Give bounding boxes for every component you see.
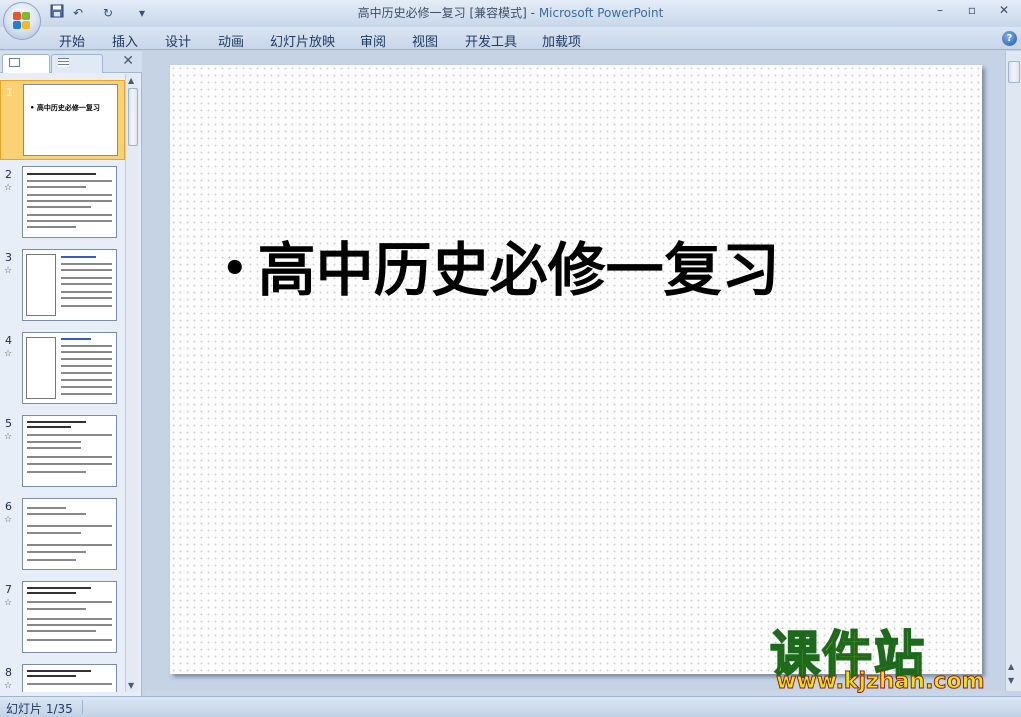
slide-number: 7 — [5, 583, 12, 596]
animation-star-icon: ☆ — [4, 515, 13, 525]
slide-indicator: 幻灯片 1/35 — [6, 702, 73, 716]
tab-slides-view[interactable] — [2, 54, 50, 73]
slide-thumbnail-7[interactable]: 7 ☆ — [0, 578, 125, 658]
title-bar: ↶ ↻ ▾ 高中历史必修一复习 [兼容模式] - Microsoft Power… — [0, 0, 1021, 40]
slide-number: 1 — [6, 86, 13, 99]
slides-pane: ✕ 1 • 高中历史必修一复习 2 ☆ 3 ☆ 4 ☆ 5 ☆ 6 ☆ 7 ☆ … — [0, 51, 142, 696]
slide-number: 5 — [5, 417, 12, 430]
tab-home[interactable]: 开始 — [59, 31, 85, 50]
animation-star-icon: ☆ — [4, 183, 13, 193]
slide-thumbnail-image — [22, 166, 117, 238]
window-controls: – ▫ ✕ — [929, 3, 1015, 19]
slide-thumbnail-8[interactable]: 8 ☆ — [0, 661, 125, 692]
slide-number: 6 — [5, 500, 12, 513]
status-bar: 幻灯片 1/35 — [0, 696, 1021, 717]
slide-thumbnail-list: 1 • 高中历史必修一复习 2 ☆ 3 ☆ 4 ☆ 5 ☆ 6 ☆ 7 ☆ 8 … — [0, 74, 125, 692]
slide-number: 8 — [5, 666, 12, 679]
tab-insert[interactable]: 插入 — [112, 31, 138, 50]
slide-number: 4 — [5, 334, 12, 347]
watermark-url: www.kjzhan.com — [776, 669, 986, 695]
slide-thumbnail-image — [22, 415, 117, 487]
close-pane-icon[interactable]: ✕ — [122, 53, 134, 69]
office-button[interactable] — [3, 2, 41, 40]
slide-thumbnail-image — [22, 581, 117, 653]
ribbon-tab-bar: 开始 插入 设计 动画 幻灯片放映 审阅 视图 开发工具 加载项 ? — [0, 27, 1021, 50]
main-scrollbar[interactable]: ▲ ▼ — [1005, 51, 1021, 691]
title-separator: - — [526, 6, 539, 20]
tab-developer[interactable]: 开发工具 — [465, 31, 517, 50]
close-window-button[interactable]: ✕ — [993, 3, 1015, 19]
animation-star-icon: ☆ — [4, 349, 13, 359]
slide-thumbnail-5[interactable]: 5 ☆ — [0, 412, 125, 492]
slide-thumbnail-6[interactable]: 6 ☆ — [0, 495, 125, 575]
document-title: 高中历史必修一复习 [兼容模式] — [357, 6, 527, 20]
animation-star-icon: ☆ — [4, 266, 13, 276]
tab-animations[interactable]: 动画 — [218, 31, 244, 50]
scroll-down-icon[interactable]: ▼ — [128, 681, 134, 690]
office-logo-icon — [13, 12, 31, 30]
slide-title-textbox[interactable]: • 高中历史必修一复习 — [222, 223, 780, 307]
main-scrollbar-thumb[interactable] — [1008, 61, 1020, 83]
thumbnail-scrollbar[interactable]: ▲ ▼ — [125, 74, 139, 692]
outline-tab-icon — [58, 58, 69, 67]
slide-thumbnail-3[interactable]: 3 ☆ — [0, 246, 125, 326]
slide-thumbnail-image — [22, 664, 117, 692]
minimize-button[interactable]: – — [929, 3, 951, 19]
next-slide-icon[interactable]: ▼ — [1008, 676, 1014, 685]
tab-view[interactable]: 视图 — [412, 31, 438, 50]
slide-title-text: 高中历史必修一复习 — [257, 236, 780, 304]
tab-outline-view[interactable] — [51, 54, 103, 73]
slide-thumbnail-image — [22, 332, 117, 404]
slides-tab-icon — [9, 58, 20, 67]
slide-thumbnail-4[interactable]: 4 ☆ — [0, 329, 125, 409]
current-slide[interactable]: • 高中历史必修一复习 — [170, 65, 982, 674]
watermark-logo: 课件站 www.kjzhan.com — [769, 615, 1005, 695]
window-title: 高中历史必修一复习 [兼容模式] - Microsoft PowerPoint — [0, 4, 1021, 21]
slide-thumbnail-image: • 高中历史必修一复习 — [23, 84, 118, 156]
help-icon[interactable]: ? — [1002, 31, 1017, 46]
bullet-point: • — [222, 245, 248, 292]
tab-add-ins[interactable]: 加载项 — [542, 31, 581, 50]
app-name: Microsoft PowerPoint — [538, 6, 664, 20]
tab-review[interactable]: 审阅 — [360, 31, 386, 50]
scrollbar-thumb[interactable] — [128, 88, 138, 146]
slide-number: 2 — [5, 168, 12, 181]
status-separator — [82, 700, 83, 714]
slide-thumbnail-image — [22, 249, 117, 321]
animation-star-icon: ☆ — [4, 681, 13, 691]
thumbnail-title: • 高中历史必修一复习 — [30, 104, 100, 112]
slide-thumbnail-image — [22, 498, 117, 570]
slide-thumbnail-1[interactable]: 1 • 高中历史必修一复习 — [0, 80, 125, 160]
slide-number: 3 — [5, 251, 12, 264]
animation-star-icon: ☆ — [4, 598, 13, 608]
tab-slide-show[interactable]: 幻灯片放映 — [270, 31, 335, 50]
scroll-up-icon[interactable]: ▲ — [128, 76, 134, 85]
pane-tab-bar: ✕ — [0, 51, 142, 73]
tab-design[interactable]: 设计 — [165, 31, 191, 50]
previous-slide-icon[interactable]: ▲ — [1008, 662, 1014, 671]
slide-thumbnail-2[interactable]: 2 ☆ — [0, 163, 125, 243]
restore-button[interactable]: ▫ — [961, 3, 983, 19]
animation-star-icon: ☆ — [4, 432, 13, 442]
slide-editing-area: • 高中历史必修一复习 — [145, 51, 1005, 691]
